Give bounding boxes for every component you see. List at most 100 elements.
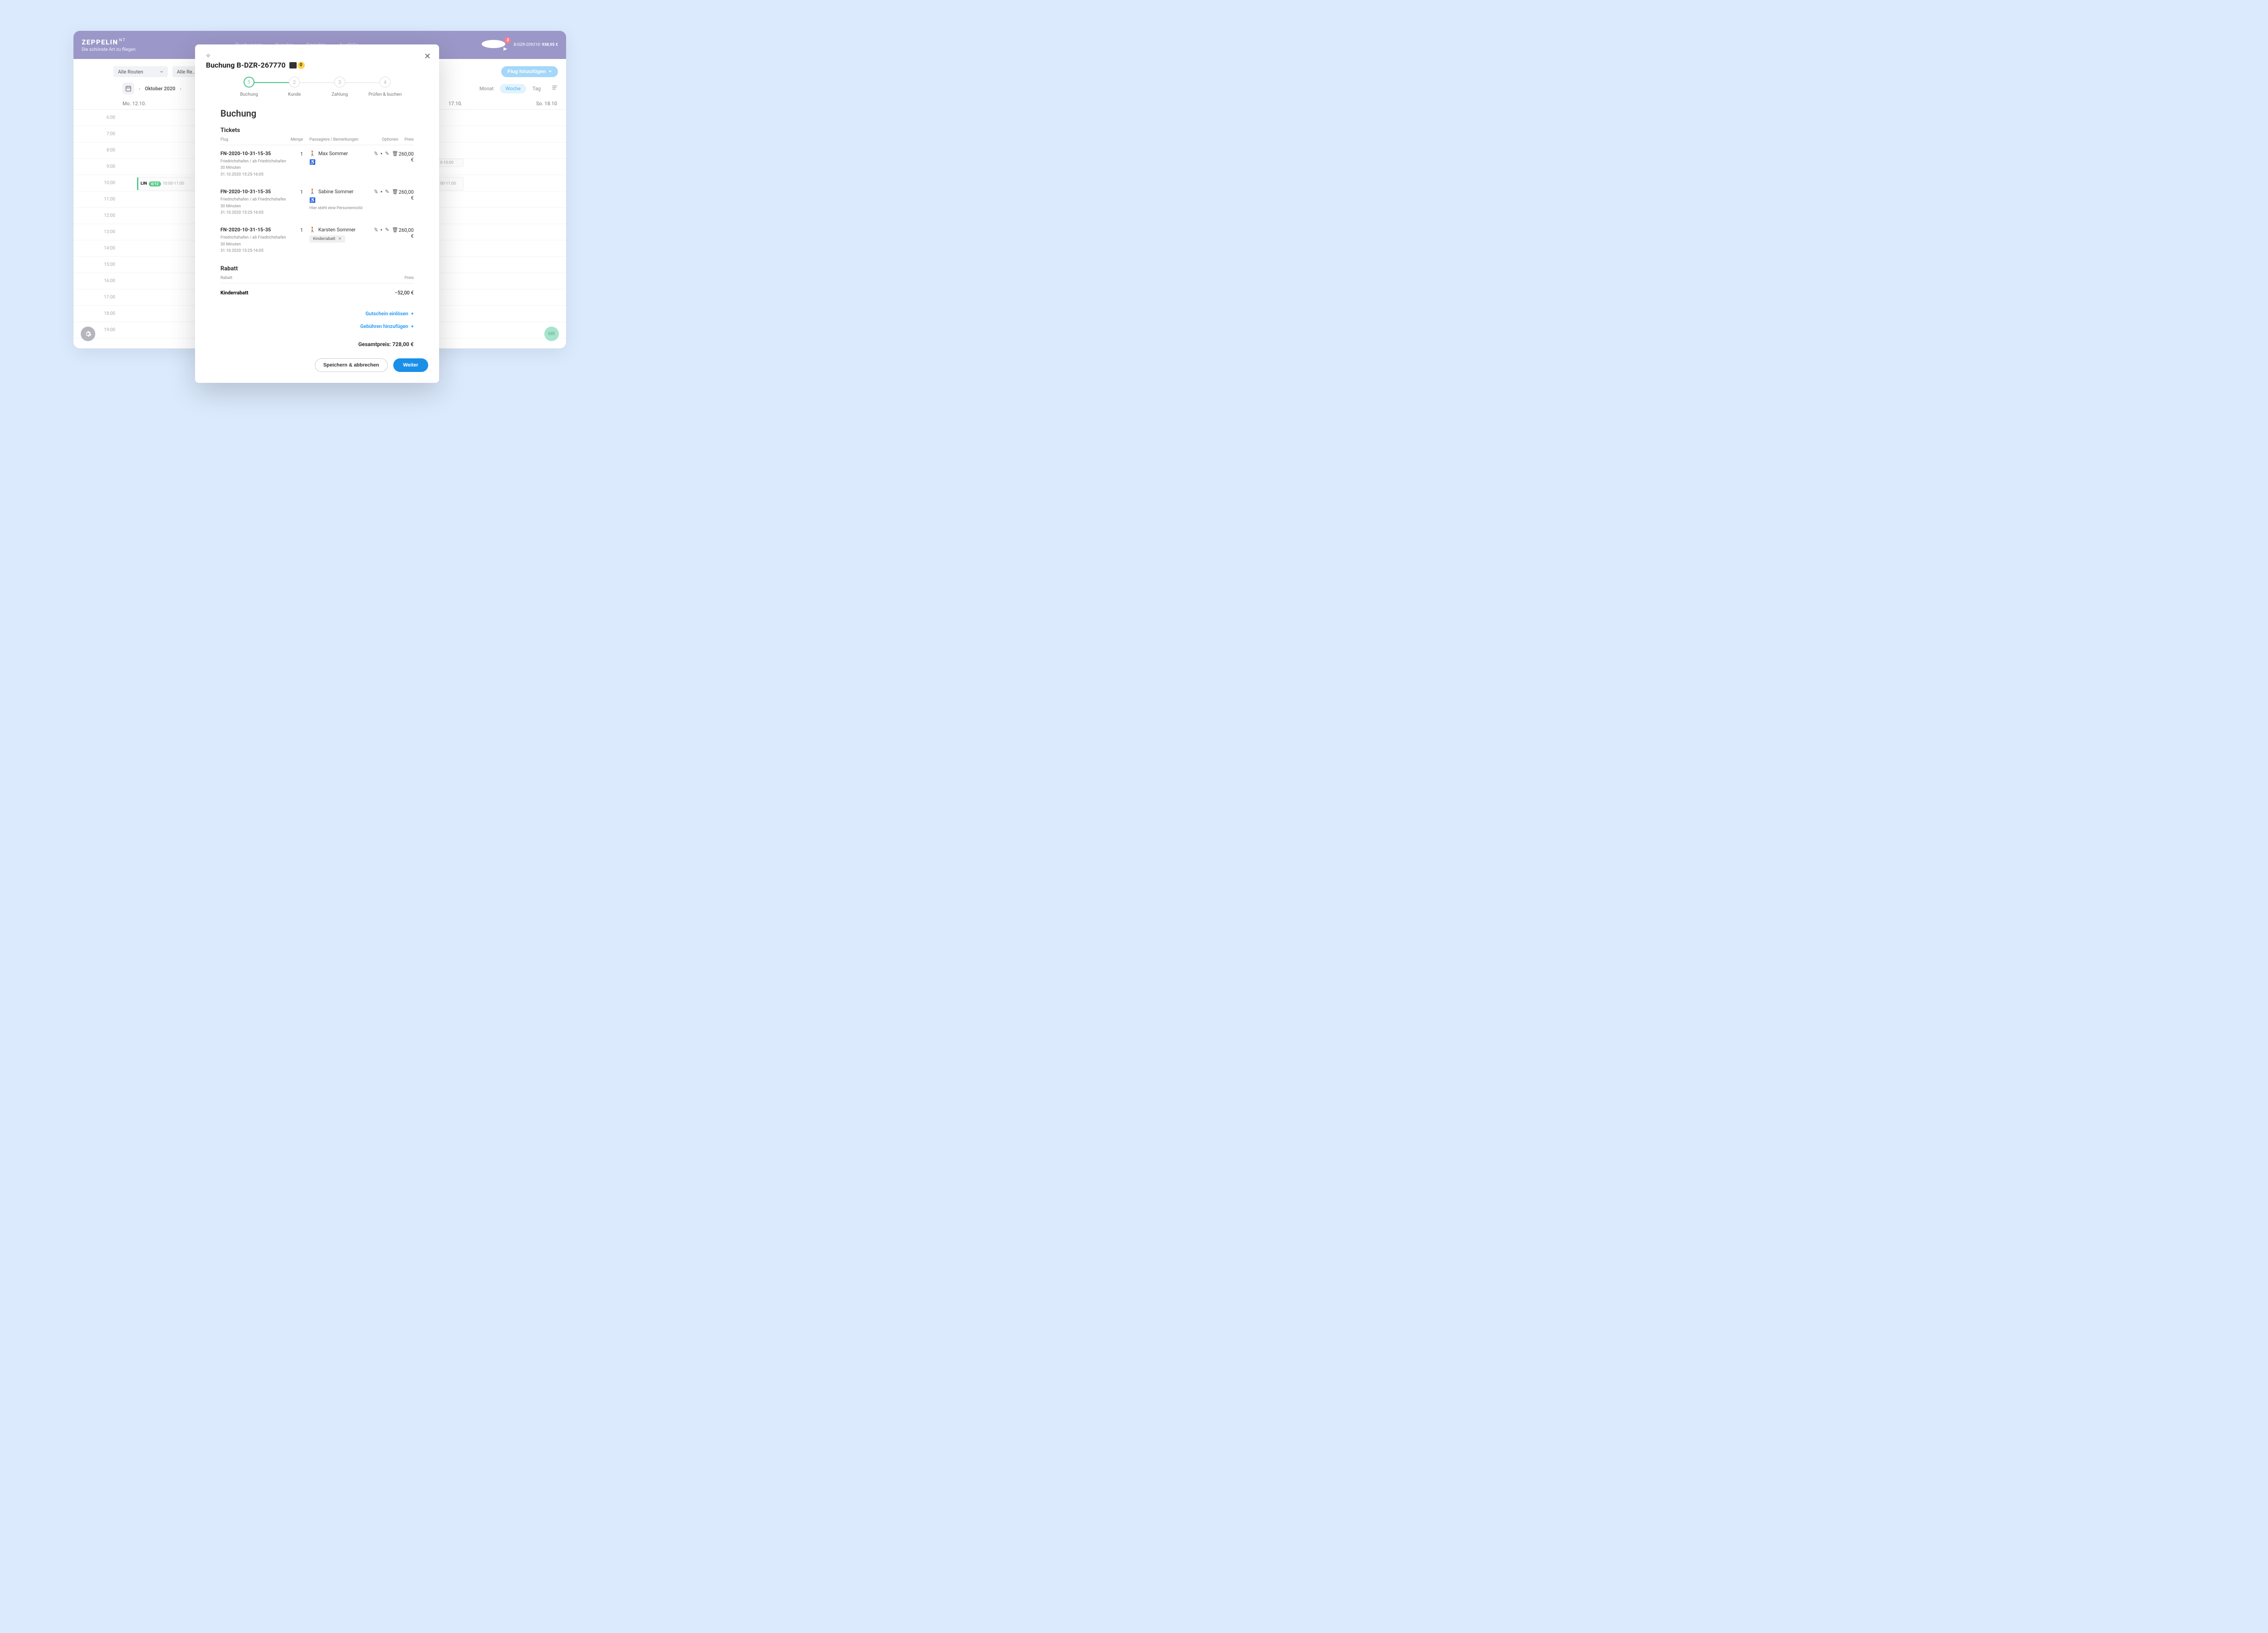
passenger-name: Karsten Sommer [318, 227, 356, 233]
ticket-row: FN-2020-10-31-15-35 Friedrichshafen / ab… [220, 183, 414, 221]
ticket-header: Flug Menge Passagiere / Bemerkungen Opti… [220, 137, 414, 145]
hour-label: 8:00 [73, 148, 122, 153]
percent-icon[interactable]: % [374, 189, 378, 216]
event-time: 0-10:00 [440, 161, 454, 165]
note-icon[interactable]: ▪ [381, 189, 382, 216]
person-icon: 🚶 [309, 151, 316, 156]
hour-label: 16:00 [73, 279, 122, 284]
ticket-row: FN-2020-10-31-15-35 Friedrichshafen / ab… [220, 145, 414, 183]
passenger-name: Max Sommer [318, 151, 348, 156]
drag-handle-icon[interactable]: ✥ [206, 53, 428, 59]
settings-button[interactable] [81, 327, 95, 341]
month-nav: ‹ Oktober 2020 › [139, 86, 181, 92]
ticket-qty: 1 [288, 227, 303, 254]
logo: ZEPPELINNT Die schönste Art zu fliegen [82, 38, 136, 52]
add-flight-button[interactable]: Flug hinzufügen+ [501, 66, 558, 77]
modal-title: Buchung B-DZR-267770 [206, 61, 286, 69]
hour-label: 15:00 [73, 262, 122, 267]
step-zahlung[interactable]: 3 Zahlung [317, 77, 362, 97]
list-icon[interactable] [552, 84, 558, 93]
header-right: 3 B-DZR-209210: 938,95 € [482, 40, 558, 50]
day-sun: So. 18.10 [500, 98, 566, 109]
stepper: 1 Buchung 2 Kunde 3 Zahlung 4 Prüfen & b… [206, 77, 428, 97]
ticket-qty: 1 [288, 189, 303, 216]
passenger-name: Sabine Sommer [318, 189, 354, 195]
airship-icon[interactable]: 3 [482, 40, 509, 50]
hour-label: 17:00 [73, 295, 122, 300]
view-month[interactable]: Monat [474, 84, 499, 93]
flight-code: FN-2020-10-31-15-35 [220, 151, 288, 156]
plus-icon: + [411, 311, 414, 317]
logo-tagline: Die schönste Art zu fliegen [82, 47, 136, 52]
save-cancel-button[interactable]: Speichern & abbrechen [315, 358, 388, 372]
ticket-qty: 1 [288, 151, 303, 178]
next-month[interactable]: › [180, 86, 181, 92]
total-row: Gesamtpreis: 728,00 € [220, 341, 414, 347]
flight-code: FN-2020-10-31-15-35 [220, 227, 288, 233]
hour-label: 18:00 [73, 311, 122, 316]
discount-tag: Kinderrabatt✕ [309, 235, 345, 243]
calendar-event[interactable]: 00-11:00 [436, 177, 464, 191]
view-switch: Monat Woche Tag [473, 83, 547, 94]
edit-icon[interactable]: ✎ [385, 227, 389, 254]
tickets-title: Tickets [220, 127, 414, 134]
comment-badge[interactable]: 0 [289, 62, 305, 69]
hour-label: 7:00 [73, 132, 122, 137]
event-time: 10:00-11:00 [163, 181, 184, 186]
ticket-options: % ▪ ✎ 🗑 [371, 189, 398, 216]
person-icon: 🚶 [309, 189, 316, 195]
rabatt-title: Rabatt [220, 265, 414, 272]
remove-tag-icon[interactable]: ✕ [338, 237, 342, 241]
close-button[interactable]: ✕ [424, 52, 431, 61]
edit-icon[interactable]: ✎ [385, 151, 389, 178]
wheelchair-icon: ♿ [309, 197, 371, 203]
percent-icon[interactable]: % [374, 151, 378, 178]
section-title: Buchung [220, 108, 414, 119]
hour-label: 6:00 [73, 115, 122, 120]
plus-icon: + [549, 69, 552, 74]
hour-label: 13:00 [73, 230, 122, 235]
plus-icon: + [411, 323, 414, 329]
rabatt-price: −52,00 € [395, 290, 414, 296]
add-fees-link[interactable]: Gebühren hinzufügen+ [360, 323, 414, 329]
delete-icon[interactable]: 🗑 [392, 227, 398, 254]
calendar-event[interactable]: LIN 0/12 10:00-11:00 [137, 177, 196, 191]
flight-code: FN-2020-10-31-15-35 [220, 189, 288, 195]
ticket-price: 260,00 € [398, 189, 414, 216]
next-button[interactable]: Weiter [393, 358, 428, 372]
passenger-note: Hier steht eine Personennotiz [309, 206, 371, 210]
note-icon[interactable]: ▪ [381, 151, 382, 178]
hour-label: 9:00 [73, 164, 122, 169]
redeem-voucher-link[interactable]: Gutschein einlösen+ [366, 311, 414, 317]
person-icon: 🚶 [309, 227, 316, 233]
comment-icon [289, 62, 297, 68]
filter-routes[interactable]: Alle Routen [113, 66, 168, 77]
day-mon: Mo. 12.10. [122, 98, 179, 109]
view-day[interactable]: Tag [527, 84, 546, 93]
calendar-icon[interactable] [122, 83, 134, 94]
step-buchung[interactable]: 1 Buchung [226, 77, 272, 97]
rabatt-label: Kinderrabatt [220, 290, 395, 296]
wheelchair-icon: ♿ [309, 159, 371, 165]
step-pruefen[interactable]: 4 Prüfen & buchen [362, 77, 408, 97]
ticket-options: % ▪ ✎ 🗑 [371, 151, 398, 178]
event-time: 00-11:00 [440, 181, 456, 186]
edit-icon[interactable]: ✎ [385, 189, 389, 216]
hour-label: 12:00 [73, 213, 122, 218]
delete-icon[interactable]: 🗑 [392, 151, 398, 178]
modal-footer: Speichern & abbrechen Weiter [206, 358, 428, 372]
prev-month[interactable]: ‹ [139, 86, 140, 92]
ticket-options: % ▪ ✎ 🗑 [371, 227, 398, 254]
note-icon[interactable]: ▪ [381, 227, 382, 254]
delete-icon[interactable]: 🗑 [392, 189, 398, 216]
percent-icon[interactable]: % [374, 227, 378, 254]
header-booking-code: B-DZR-209210: 938,95 € [513, 43, 558, 47]
current-month: Oktober 2020 [145, 86, 175, 92]
view-week[interactable]: Woche [500, 84, 526, 93]
airship-badge: 3 [504, 37, 511, 44]
calendar-event[interactable]: 0-10:00 [436, 159, 464, 167]
step-kunde[interactable]: 2 Kunde [272, 77, 317, 97]
booking-modal: ✥ ✕ Buchung B-DZR-267770 0 1 Buchung 2 K… [195, 44, 439, 383]
user-avatar[interactable]: MR [544, 327, 559, 341]
logo-nt: NT [119, 38, 126, 43]
